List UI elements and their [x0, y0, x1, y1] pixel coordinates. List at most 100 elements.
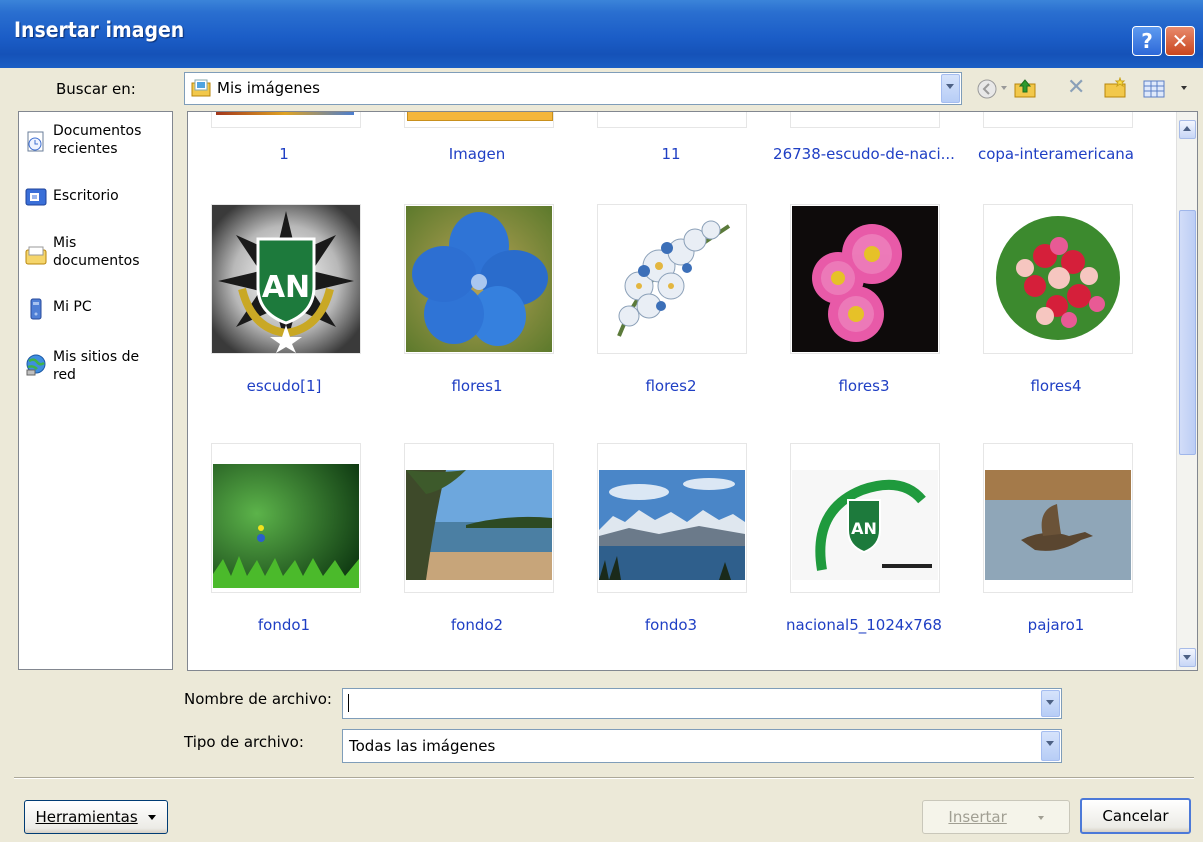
text-cursor: [348, 694, 349, 712]
new-folder-icon[interactable]: [1103, 76, 1127, 103]
thumbnail-1[interactable]: [211, 112, 361, 128]
file-caption[interactable]: pajaro1: [961, 616, 1151, 634]
help-button[interactable]: ?: [1132, 26, 1162, 56]
recent-documents-icon: [25, 131, 47, 153]
file-type-label: Tipo de archivo:: [184, 733, 304, 751]
thumbnail-fondo2[interactable]: [404, 443, 554, 593]
thumbnail-escudo[interactable]: AN: [211, 204, 361, 354]
file-type-select[interactable]: Todas las imágenes: [342, 729, 1062, 763]
pajaro1-image: [985, 470, 1131, 580]
thumbnail-copa[interactable]: [983, 112, 1133, 128]
thumbnail-flores2[interactable]: [597, 204, 747, 354]
thumbnail-flores4[interactable]: [983, 204, 1133, 354]
file-type-dropdown-button[interactable]: [1041, 731, 1060, 761]
cancel-button-label: Cancelar: [1102, 807, 1169, 825]
insert-dropdown-icon[interactable]: [1037, 815, 1044, 820]
file-caption[interactable]: fondo2: [382, 616, 572, 634]
flores4-image: [985, 206, 1131, 352]
file-caption[interactable]: Imagen: [382, 145, 572, 163]
scroll-up-button[interactable]: [1179, 120, 1196, 139]
look-in-value: Mis imágenes: [217, 79, 320, 97]
pictures-folder-icon: [191, 78, 211, 97]
file-caption[interactable]: fondo1: [189, 616, 379, 634]
insert-button-label: Insertar: [948, 808, 1007, 826]
fondo1-image: [213, 464, 359, 588]
nacional5-image: AN: [792, 470, 938, 580]
fondo3-image: [599, 470, 745, 580]
file-caption[interactable]: copa-interamericana: [961, 145, 1151, 163]
thumbnail-fondo3[interactable]: [597, 443, 747, 593]
thumbnail-imagen[interactable]: [404, 112, 554, 128]
my-documents-icon: [25, 244, 47, 266]
network-places-icon: [25, 354, 47, 376]
tools-button-label: Herramientas: [35, 808, 138, 826]
up-one-level-icon[interactable]: [1013, 77, 1037, 103]
place-network[interactable]: Mis sitios de red: [19, 348, 172, 390]
file-caption[interactable]: flores4: [961, 377, 1151, 395]
file-name-dropdown-button[interactable]: [1041, 690, 1060, 717]
svg-text:AN: AN: [851, 519, 877, 538]
file-view: 1 Imagen 11 26738-escudo-de-naci... copa…: [187, 111, 1198, 671]
place-desktop[interactable]: Escritorio: [19, 187, 172, 229]
thumbnail-fondo1[interactable]: [211, 443, 361, 593]
file-caption[interactable]: fondo3: [576, 616, 766, 634]
back-dropdown-icon[interactable]: [1001, 86, 1007, 90]
look-in-label: Buscar en:: [56, 80, 136, 98]
desktop-icon: [25, 187, 47, 209]
places-bar: Documentos recientes Escritorio Mis docu…: [18, 111, 173, 670]
thumbnail-11[interactable]: [597, 112, 747, 128]
flores2-image: [599, 206, 745, 352]
thumbnail-flores3[interactable]: [790, 204, 940, 354]
thumbnail-pajaro1[interactable]: [983, 443, 1133, 593]
delete-icon[interactable]: ✕: [1067, 76, 1085, 100]
place-my-computer-label: Mi PC: [53, 299, 92, 315]
back-icon[interactable]: [976, 78, 998, 104]
views-dropdown-icon[interactable]: [1181, 86, 1187, 90]
look-in-dropdown-button[interactable]: [941, 74, 960, 103]
place-my-documents-label: Mis documentos: [53, 235, 140, 269]
my-computer-icon: [25, 298, 47, 320]
toolbar: ✕: [976, 76, 1196, 102]
place-my-documents[interactable]: Mis documentos: [19, 234, 172, 276]
place-desktop-label: Escritorio: [53, 188, 119, 204]
file-caption[interactable]: flores3: [769, 377, 959, 395]
svg-text:AN: AN: [262, 270, 310, 305]
close-button[interactable]: ✕: [1165, 26, 1195, 56]
vertical-scrollbar[interactable]: [1176, 112, 1197, 670]
thumbnail-26738[interactable]: [790, 112, 940, 128]
file-name-label: Nombre de archivo:: [184, 690, 332, 708]
file-caption[interactable]: 1: [189, 145, 379, 163]
look-in-combo[interactable]: Mis imágenes: [184, 72, 962, 105]
tools-dropdown-icon: [148, 815, 157, 820]
flores1-image: [406, 206, 552, 352]
thumbnail-nacional5[interactable]: AN: [790, 443, 940, 593]
tools-button[interactable]: Herramientas: [24, 800, 168, 834]
place-recent-documents[interactable]: Documentos recientes: [19, 122, 172, 164]
file-caption[interactable]: flores1: [382, 377, 572, 395]
place-network-label: Mis sitios de red: [53, 349, 140, 383]
file-type-value: Todas las imágenes: [349, 737, 496, 755]
window-title: Insertar imagen: [14, 18, 185, 42]
look-in-label-text: Buscar en:: [56, 80, 136, 98]
escudo-image: AN: [212, 205, 360, 353]
file-name-input[interactable]: [342, 688, 1062, 719]
views-icon[interactable]: [1143, 79, 1165, 103]
file-caption[interactable]: nacional5_1024x768: [769, 616, 959, 634]
cancel-button[interactable]: Cancelar: [1080, 798, 1191, 834]
scroll-down-button[interactable]: [1179, 648, 1196, 667]
title-bar: Insertar imagen ? ✕: [0, 0, 1203, 68]
file-caption[interactable]: 11: [576, 145, 766, 163]
fondo2-image: [406, 470, 552, 580]
flores3-image: [792, 206, 938, 352]
file-caption[interactable]: escudo[1]: [189, 377, 379, 395]
divider: [14, 777, 1194, 779]
file-caption[interactable]: 26738-escudo-de-naci...: [769, 145, 959, 163]
scroll-thumb[interactable]: [1179, 210, 1196, 455]
place-my-computer[interactable]: Mi PC: [19, 298, 172, 340]
thumbnail-flores1[interactable]: [404, 204, 554, 354]
insert-button[interactable]: Insertar: [922, 800, 1070, 834]
place-recent-documents-label: Documentos recientes: [53, 123, 142, 157]
insert-image-dialog: Insertar imagen ? ✕ Buscar en: Mis imáge…: [0, 0, 1203, 842]
file-caption[interactable]: flores2: [576, 377, 766, 395]
chevron-down-icon: [1183, 655, 1191, 660]
